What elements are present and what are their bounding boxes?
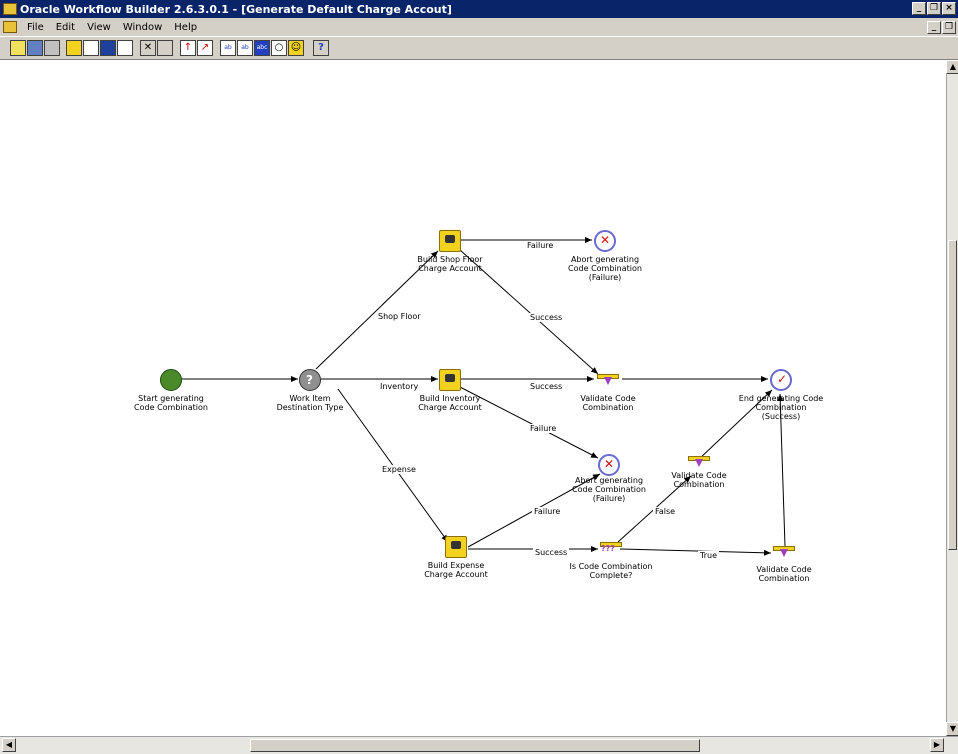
menu-view[interactable]: View	[81, 22, 117, 33]
validate-icon	[597, 374, 619, 386]
scroll-down-icon[interactable]: ▼	[946, 722, 958, 736]
label-alt-icon[interactable]: ab	[237, 40, 253, 56]
menu-help[interactable]: Help	[168, 22, 203, 33]
delete-icon[interactable]: ✕	[140, 40, 156, 56]
edge-label: Expense	[380, 465, 418, 474]
function-activity-icon	[439, 369, 461, 391]
node-label: Validate Code Combination	[671, 471, 727, 489]
end-icon	[770, 369, 792, 391]
node-label: Validate Code Combination	[580, 394, 636, 412]
doc-restore-button[interactable]: ❐	[942, 21, 956, 34]
window-title: Oracle Workflow Builder 2.6.3.0.1 - [Gen…	[20, 2, 452, 16]
window-controls: _ ❐ ×	[912, 2, 956, 15]
abort-icon	[594, 230, 616, 252]
document-window-controls: _ ❐	[927, 21, 956, 34]
abort-icon	[598, 454, 620, 476]
edge-label: Shop Floor	[376, 312, 423, 321]
start-activity-icon	[160, 369, 182, 391]
arrow-tool-icon[interactable]: ↗	[197, 40, 213, 56]
node-label: Build Expense Charge Account	[424, 561, 488, 579]
function-activity-icon	[439, 230, 461, 252]
compare-icon	[600, 542, 622, 554]
edge-label: Failure	[528, 424, 559, 433]
toolbar: ✕ ↑ ↗ ab ab abc ○ ☺ ?	[0, 36, 958, 60]
horizontal-scroll-thumb[interactable]	[250, 739, 700, 752]
menu-bar: File Edit View Window Help _ ❐	[0, 18, 958, 36]
lookup-icon[interactable]	[100, 40, 116, 56]
properties-icon[interactable]	[157, 40, 173, 56]
node-label: End generating Code Combination (Success…	[738, 394, 824, 421]
edge-true	[619, 548, 772, 556]
open-folder-icon[interactable]	[10, 40, 26, 56]
node-label: Work Item Destination Type	[276, 394, 344, 412]
node-label: Validate Code Combination	[756, 565, 812, 583]
menu-window[interactable]: Window	[117, 22, 168, 33]
new-process-icon[interactable]	[66, 40, 82, 56]
node-label: Abort generating Code Combination (Failu…	[568, 255, 642, 282]
help-icon[interactable]: ?	[313, 40, 329, 56]
document-icon[interactable]	[3, 21, 17, 33]
scroll-left-icon[interactable]: ◀	[2, 738, 16, 752]
function-activity-icon	[445, 536, 467, 558]
validate-icon	[773, 546, 795, 558]
horizontal-scrollbar[interactable]: ◀ ▶	[0, 736, 958, 754]
save-icon[interactable]	[27, 40, 43, 56]
scroll-up-icon[interactable]: ▲	[946, 60, 958, 74]
scroll-right-icon[interactable]: ▶	[930, 738, 944, 752]
print-icon[interactable]	[44, 40, 60, 56]
workflow-app-icon	[3, 3, 17, 15]
node-label: Build Inventory Charge Account	[418, 394, 482, 412]
edge-label: Success	[528, 382, 565, 391]
doc-minimize-button[interactable]: _	[927, 21, 941, 34]
label-icon[interactable]: ab	[220, 40, 236, 56]
find-icon[interactable]: ○	[271, 40, 287, 56]
edge-label: False	[653, 507, 678, 516]
node-label: Is Code Combination Complete?	[569, 562, 653, 580]
vertical-scroll-thumb[interactable]	[948, 240, 957, 550]
edge-label: Inventory	[378, 382, 421, 391]
edge-label: Failure	[525, 241, 556, 250]
abc-label-icon[interactable]: abc	[254, 40, 270, 56]
node-label: Build Shop Floor Charge Account	[417, 255, 483, 273]
minimize-button[interactable]: _	[912, 2, 926, 15]
function-icon[interactable]	[117, 40, 133, 56]
menu-edit[interactable]: Edit	[50, 22, 81, 33]
notification-icon	[299, 369, 321, 391]
restore-button[interactable]: ❐	[927, 2, 941, 15]
title-bar: Oracle Workflow Builder 2.6.3.0.1 - [Gen…	[0, 0, 958, 18]
validate-icon	[688, 456, 710, 468]
vertical-scrollbar[interactable]: ▲ ▼	[946, 60, 958, 736]
menu-file[interactable]: File	[21, 22, 50, 33]
edge-label: Success	[528, 313, 565, 322]
close-button[interactable]: ×	[942, 2, 956, 15]
message-icon[interactable]	[83, 40, 99, 56]
edge-label: Failure	[532, 507, 563, 516]
node-label: Start generating Code Combination	[134, 394, 208, 412]
edge-label: Success	[533, 548, 570, 557]
transition-icon[interactable]: ↑	[180, 40, 196, 56]
workflow-canvas[interactable]: Failure Success Shop Floor Inventory Suc…	[8, 62, 946, 732]
zoom-icon[interactable]: ☺	[288, 40, 304, 56]
edge-label: True	[698, 551, 719, 560]
